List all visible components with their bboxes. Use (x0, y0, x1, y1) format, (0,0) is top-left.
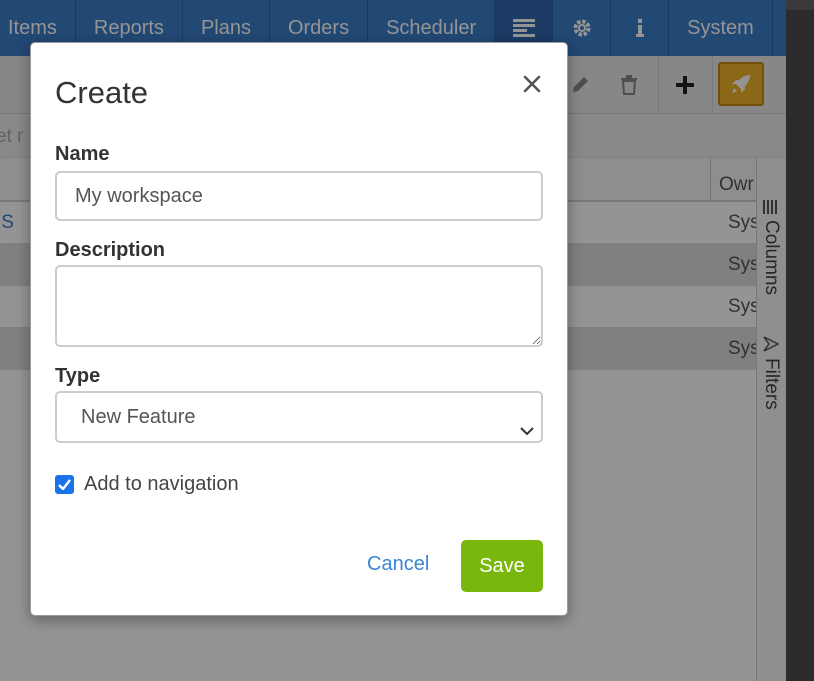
type-select-value: New Feature (81, 406, 196, 428)
dialog-title: Create (55, 75, 149, 110)
close-icon[interactable] (521, 73, 543, 95)
cancel-button[interactable]: Cancel (367, 553, 429, 576)
description-label: Description (55, 239, 166, 261)
type-select[interactable]: New Feature (55, 391, 543, 443)
name-field[interactable]: My workspace (55, 171, 543, 221)
add-to-navigation-checkbox[interactable] (55, 475, 74, 494)
add-to-navigation-option[interactable]: Add to navigation (55, 473, 239, 496)
add-to-navigation-label: Add to navigation (84, 473, 239, 495)
chevron-down-icon (519, 409, 535, 436)
name-label: Name (55, 143, 110, 165)
type-label: Type (55, 365, 101, 387)
description-field[interactable] (55, 265, 543, 347)
create-dialog: Create Name My workspace Description Typ… (30, 42, 568, 616)
dark-side-strip (786, 0, 814, 681)
save-button[interactable]: Save (461, 540, 543, 592)
